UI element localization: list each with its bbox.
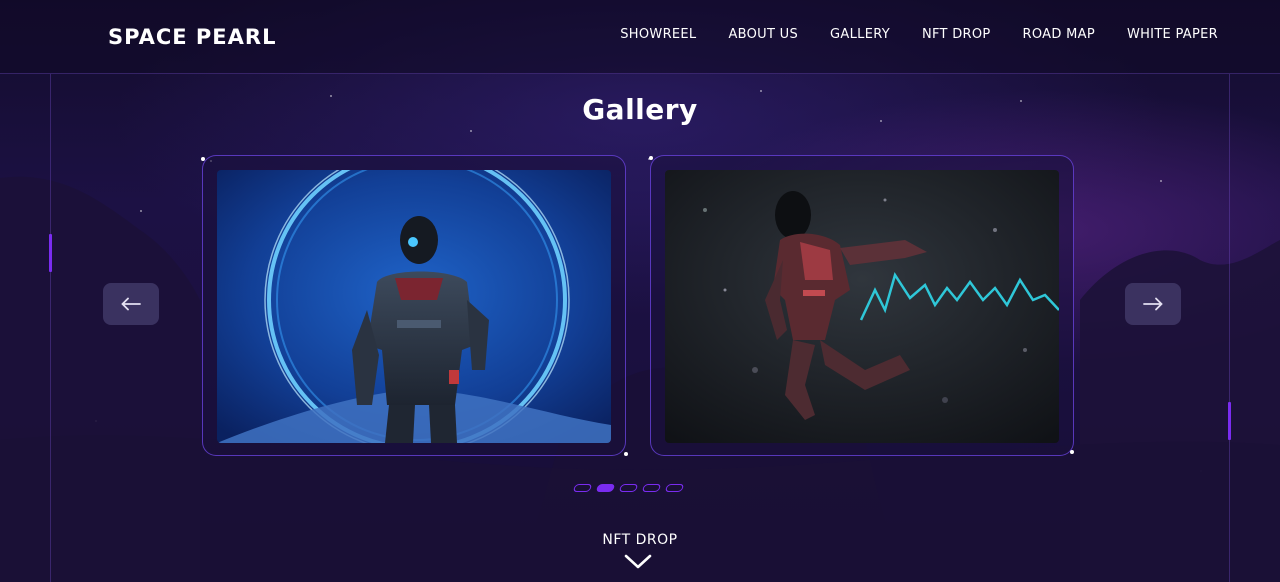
card-corner-dot — [649, 156, 653, 160]
pagination-dot-3[interactable] — [618, 484, 639, 492]
pagination-dot-4[interactable] — [641, 484, 662, 492]
site-header: SPACE PEARL SHOWREEL ABOUT US GALLERY NF… — [0, 0, 1280, 74]
card-corner-dot — [201, 157, 205, 161]
nav-about-us[interactable]: ABOUT US — [728, 27, 798, 42]
left-frame-line — [50, 74, 51, 582]
gallery-slide-1[interactable] — [202, 155, 626, 456]
astronaut-floating-image — [665, 170, 1059, 443]
carousel-next-button[interactable] — [1125, 283, 1181, 325]
gallery-title: Gallery — [582, 93, 698, 126]
gallery-slide-2[interactable] — [650, 155, 1074, 456]
main-nav: SHOWREEL ABOUT US GALLERY NFT DROP ROAD … — [588, 27, 1218, 42]
left-frame-accent — [49, 234, 52, 272]
nav-showreel[interactable]: SHOWREEL — [620, 27, 696, 42]
pagination-dot-5[interactable] — [664, 484, 685, 492]
carousel-pagination — [572, 484, 685, 492]
chevron-down-icon[interactable] — [624, 554, 652, 570]
nft-drop-link[interactable]: NFT DROP — [0, 532, 1280, 548]
site-logo[interactable]: SPACE PEARL — [108, 25, 276, 49]
card-corner-dot — [624, 452, 628, 456]
nav-road-map[interactable]: ROAD MAP — [1023, 27, 1095, 42]
card-corner-dot — [1070, 450, 1074, 454]
arrow-left-icon — [121, 297, 141, 311]
nav-nft-drop[interactable]: NFT DROP — [922, 27, 991, 42]
carousel-prev-button[interactable] — [103, 283, 159, 325]
arrow-right-icon — [1143, 297, 1163, 311]
pagination-dot-1[interactable] — [572, 484, 593, 492]
nav-white-paper[interactable]: WHITE PAPER — [1127, 27, 1218, 42]
mountain-silhouette — [0, 176, 1280, 582]
nav-gallery[interactable]: GALLERY — [830, 27, 890, 42]
astronaut-portal-image — [217, 170, 611, 443]
right-frame-accent — [1228, 402, 1231, 440]
right-frame-line — [1229, 74, 1230, 582]
pagination-dot-2[interactable] — [595, 484, 616, 492]
